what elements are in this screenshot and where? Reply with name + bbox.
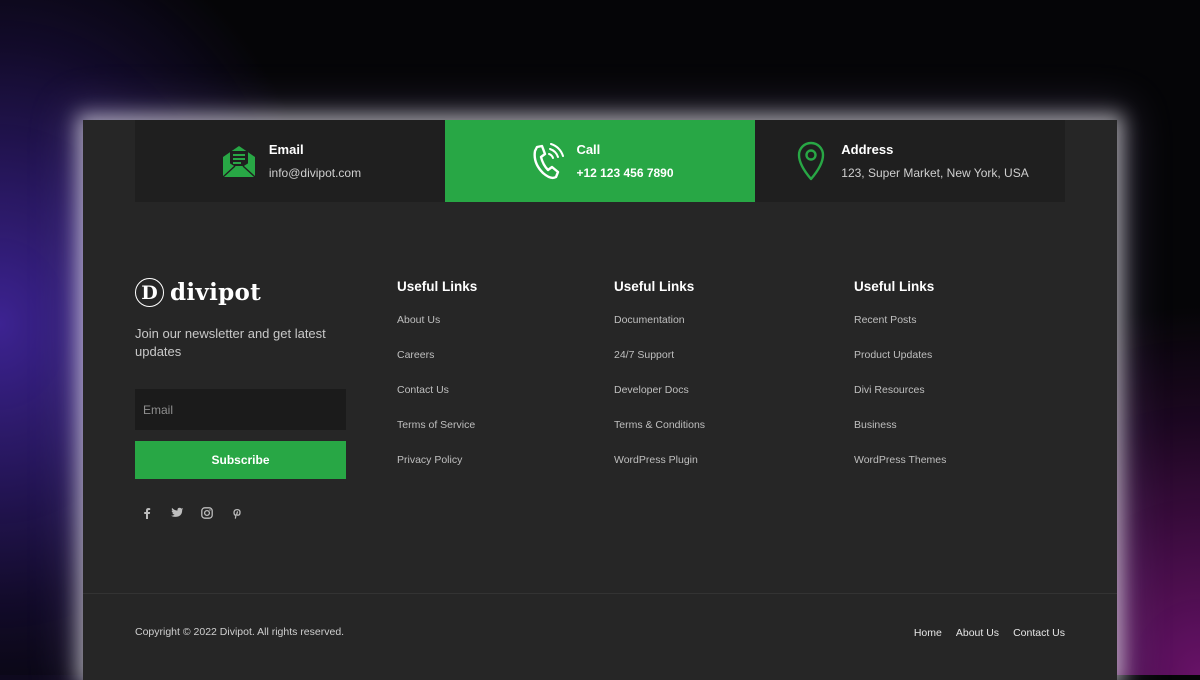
twitter-icon[interactable] [169, 505, 185, 521]
footer-section: Email info@divipot.com Call +12 123 456 … [83, 120, 1117, 680]
newsletter-email-input[interactable] [135, 389, 346, 430]
bottom-nav: Home About Us Contact Us [914, 627, 1065, 639]
instagram-icon[interactable] [199, 505, 215, 521]
footer-link-business[interactable]: Business [854, 419, 946, 454]
footer-link-wordpress-themes[interactable]: WordPress Themes [854, 454, 946, 489]
bottom-nav-about-us[interactable]: About Us [956, 627, 999, 639]
contact-email-value[interactable]: info@divipot.com [269, 166, 361, 180]
links-column-title: Useful Links [854, 279, 935, 294]
links-column-2: Useful Links Documentation 24/7 Support … [614, 279, 705, 489]
links-column-3: Useful Links Recent Posts Product Update… [854, 279, 946, 489]
footer-link-terms-of-service[interactable]: Terms of Service [397, 419, 477, 454]
footer-link-careers[interactable]: Careers [397, 349, 477, 384]
subscribe-button[interactable]: Subscribe [135, 441, 346, 479]
brand-logo[interactable]: D divipot [135, 278, 261, 307]
contact-address-title: Address [841, 142, 894, 157]
contact-call[interactable]: Call +12 123 456 7890 [445, 120, 755, 202]
facebook-icon[interactable] [139, 505, 155, 521]
contact-address-value: 123, Super Market, New York, USA [841, 166, 1029, 180]
footer-link-developer-docs[interactable]: Developer Docs [614, 384, 705, 419]
footer-link-contact-us[interactable]: Contact Us [397, 384, 477, 419]
bottom-nav-home[interactable]: Home [914, 627, 942, 639]
contact-email[interactable]: Email info@divipot.com [135, 120, 445, 202]
logo-mark: D [135, 278, 164, 307]
contact-call-value[interactable]: +12 123 456 7890 [576, 166, 673, 180]
copyright-text: Copyright © 2022 Divipot. All rights res… [135, 626, 345, 638]
footer-link-terms-conditions[interactable]: Terms & Conditions [614, 419, 705, 454]
footer-divider [83, 593, 1117, 594]
footer-link-documentation[interactable]: Documentation [614, 314, 705, 349]
footer-link-product-updates[interactable]: Product Updates [854, 349, 946, 384]
logo-text: divipot [170, 279, 262, 306]
footer-link-about-us[interactable]: About Us [397, 314, 477, 349]
map-pin-icon [791, 141, 831, 181]
links-column-1: Useful Links About Us Careers Contact Us… [397, 279, 477, 489]
social-links [139, 505, 245, 521]
footer-link-wordpress-plugin[interactable]: WordPress Plugin [614, 454, 705, 489]
contact-call-title: Call [576, 142, 601, 157]
envelope-icon [219, 141, 259, 181]
footer-link-privacy-policy[interactable]: Privacy Policy [397, 454, 477, 489]
bottom-nav-contact-us[interactable]: Contact Us [1013, 627, 1065, 639]
phone-icon [526, 141, 566, 181]
links-column-title: Useful Links [614, 279, 695, 294]
contact-bar: Email info@divipot.com Call +12 123 456 … [135, 120, 1065, 202]
footer-link-recent-posts[interactable]: Recent Posts [854, 314, 946, 349]
footer-link-support[interactable]: 24/7 Support [614, 349, 705, 384]
contact-email-title: Email [268, 142, 304, 157]
newsletter-tagline: Join our newsletter and get latest updat… [135, 326, 326, 359]
footer-link-divi-resources[interactable]: Divi Resources [854, 384, 946, 419]
contact-address[interactable]: Address 123, Super Market, New York, USA [755, 120, 1065, 202]
pinterest-icon[interactable] [229, 505, 245, 521]
links-column-title: Useful Links [397, 279, 478, 294]
